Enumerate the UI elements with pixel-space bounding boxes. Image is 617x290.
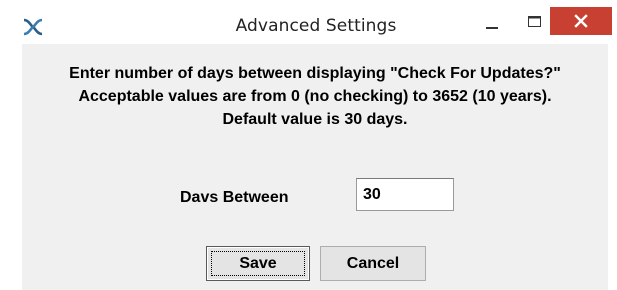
cancel-button-label: Cancel [346, 254, 400, 272]
advanced-settings-window: Advanced Settings Enter number of days b… [0, 0, 617, 290]
minimize-icon [486, 27, 498, 29]
dialog-content: Enter number of days between displaying … [22, 44, 608, 290]
cancel-button[interactable]: Cancel [320, 246, 426, 281]
days-between-input[interactable] [356, 178, 454, 211]
save-button[interactable]: Save [206, 246, 310, 281]
instructions-text: Enter number of days between displaying … [22, 62, 608, 131]
maximize-icon [528, 16, 541, 27]
maximize-button[interactable] [518, 10, 550, 36]
title-bar[interactable]: Advanced Settings [0, 0, 617, 44]
close-button[interactable] [550, 7, 612, 35]
minimize-button[interactable] [476, 10, 508, 36]
close-icon [574, 14, 588, 28]
instructions-line-2: Acceptable values are from 0 (no checkin… [78, 88, 552, 105]
days-between-label: Davs Between [180, 189, 289, 206]
instructions-line-3: Default value is 30 days. [222, 111, 408, 128]
instructions-line-1: Enter number of days between displaying … [69, 65, 561, 82]
save-button-label: Save [239, 254, 277, 272]
